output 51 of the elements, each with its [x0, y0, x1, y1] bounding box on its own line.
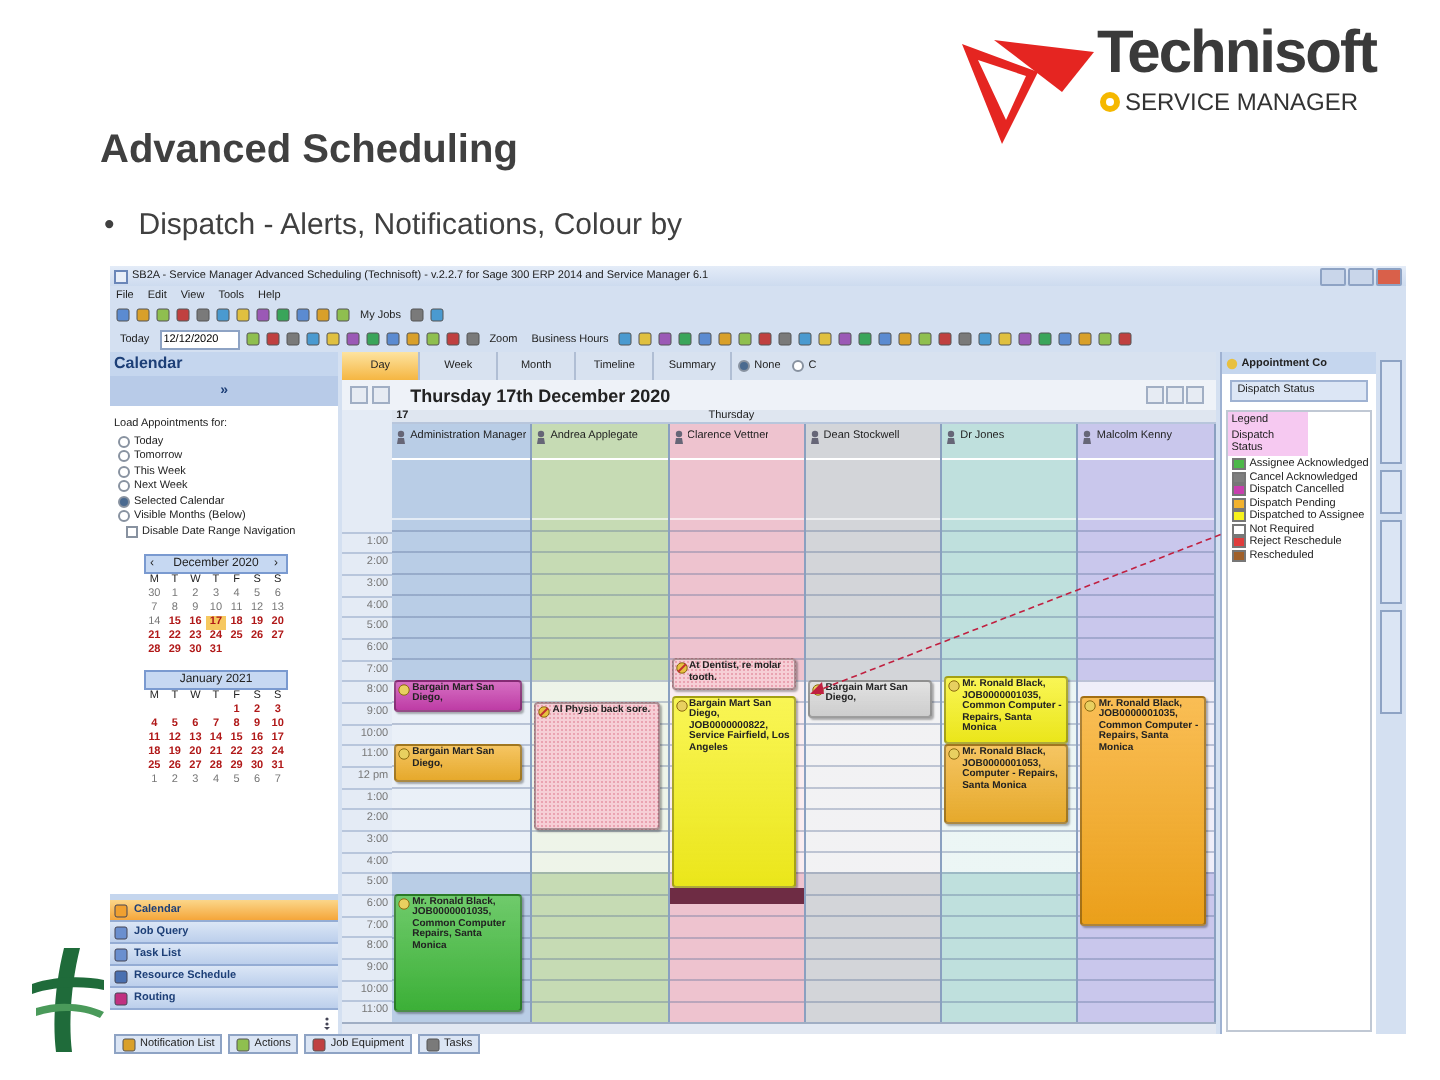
tab-icon	[122, 1037, 136, 1051]
logo-product: SERVICE MANAGER	[1125, 88, 1359, 116]
radio-button[interactable]	[118, 465, 130, 477]
status-icon	[1225, 357, 1238, 369]
person-icon	[536, 430, 547, 444]
slide-title: Advanced Scheduling	[100, 128, 520, 176]
close-button[interactable]	[1376, 267, 1402, 285]
bullet-icon: •	[104, 208, 115, 242]
person-icon	[396, 430, 407, 444]
maximize-button[interactable]	[1348, 267, 1374, 285]
checkbox[interactable]	[126, 525, 138, 537]
side-tab[interactable]	[1380, 520, 1403, 604]
splitter-grip[interactable]	[110, 894, 339, 900]
pane-title: Calendar	[110, 352, 339, 376]
side-tab[interactable]	[1380, 470, 1403, 514]
radio-button[interactable]	[118, 510, 130, 522]
status-icon	[675, 662, 687, 675]
status-icon	[398, 897, 411, 910]
status-icon	[1084, 699, 1097, 712]
radio-button[interactable]	[118, 480, 130, 492]
person-icon	[809, 430, 820, 444]
status-icon	[948, 748, 961, 760]
tab-icon	[236, 1037, 251, 1051]
overflow-icon[interactable]	[324, 1015, 331, 1029]
radio-button[interactable]	[792, 360, 805, 372]
person-icon	[673, 430, 683, 444]
side-tab[interactable]	[1380, 360, 1403, 464]
person-icon	[1082, 430, 1093, 444]
radio-button[interactable]	[118, 495, 130, 507]
date-title: Thursday 17th December 2020	[410, 385, 671, 405]
status-icon	[398, 683, 411, 696]
gear-icon	[1097, 90, 1122, 114]
horizontal-scrollbar[interactable]	[342, 1022, 1216, 1034]
busy-bar[interactable]	[669, 888, 804, 905]
app-icon	[114, 269, 128, 283]
tab-icon	[312, 1037, 327, 1051]
next-button[interactable]	[372, 386, 391, 404]
radio-button[interactable]	[738, 360, 751, 372]
minimize-button[interactable]	[1320, 267, 1346, 285]
radio-button[interactable]	[118, 435, 130, 447]
status-icon	[538, 705, 551, 718]
tab-icon	[426, 1037, 441, 1051]
status-icon	[398, 748, 411, 760]
status-icon	[948, 680, 961, 693]
previous-button[interactable]	[350, 386, 369, 404]
radio-button[interactable]	[118, 450, 130, 462]
status-icon	[675, 699, 687, 712]
side-tab[interactable]	[1380, 610, 1403, 714]
bullet-text: Dispatch - Alerts, Notifications, Colour by	[138, 208, 683, 242]
logo-name: Technisoft	[1097, 20, 1376, 88]
person-icon	[946, 430, 957, 444]
